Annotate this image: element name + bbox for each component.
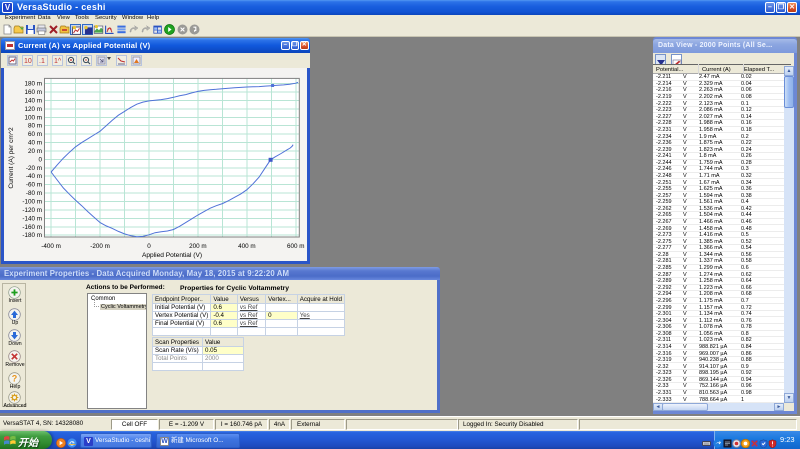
svg-text:-100 m: -100 m <box>22 199 42 206</box>
svg-text:-60 m: -60 m <box>26 182 42 189</box>
svg-text:Current (A) per cm^2: Current (A) per cm^2 <box>8 127 15 189</box>
svg-text:140 m: 140 m <box>24 98 42 105</box>
svg-text:.1: .1 <box>39 58 45 65</box>
svg-text:600 m: 600 m <box>287 243 305 250</box>
svg-text:160 m: 160 m <box>24 89 42 96</box>
svg-text:200 m: 200 m <box>189 243 207 250</box>
svg-text:120 m: 120 m <box>24 106 42 113</box>
svg-text:?: ? <box>12 374 18 384</box>
svg-text:-160 m: -160 m <box>22 224 42 231</box>
svg-text:60 m: 60 m <box>28 131 42 138</box>
svg-text:-40 m: -40 m <box>26 173 42 180</box>
svg-text:-200 m: -200 m <box>90 243 110 250</box>
svg-text:20 m: 20 m <box>28 148 42 155</box>
svg-text:-140 m: -140 m <box>22 215 42 222</box>
svg-text:180 m: 180 m <box>24 81 42 88</box>
svg-text:Applied Potential (V): Applied Potential (V) <box>142 252 202 259</box>
svg-text:80 m: 80 m <box>28 123 42 130</box>
svg-text:100 m: 100 m <box>24 114 42 121</box>
svg-text:10: 10 <box>24 58 32 65</box>
svg-text:-20 m: -20 m <box>26 165 42 172</box>
svg-text:40 m: 40 m <box>28 140 42 147</box>
svg-text:-400 m: -400 m <box>41 243 61 250</box>
svg-text:-120 m: -120 m <box>22 207 42 214</box>
svg-text:400 m: 400 m <box>238 243 256 250</box>
svg-text:0: 0 <box>38 156 42 163</box>
svg-text:1^: 1^ <box>54 58 62 65</box>
svg-text:-80 m: -80 m <box>26 190 42 197</box>
svg-text:0: 0 <box>147 243 151 250</box>
svg-text:-180 m: -180 m <box>22 232 42 239</box>
